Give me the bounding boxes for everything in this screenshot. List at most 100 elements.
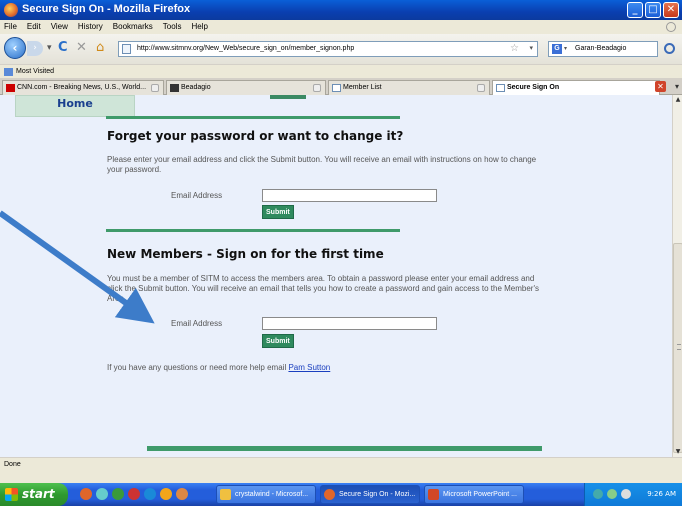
- taskbar-item-crystalwind[interactable]: crystalwind - Microsof...: [216, 485, 316, 504]
- pam-sutton-email-link[interactable]: Pam Sutton: [288, 363, 330, 372]
- page-favicon-icon: [332, 84, 341, 92]
- start-button[interactable]: start: [0, 483, 68, 506]
- menu-help[interactable]: Help: [191, 20, 207, 34]
- taskbar-item-secure-sign-on[interactable]: Secure Sign On - Mozi...: [320, 485, 420, 504]
- home-icon[interactable]: ⌂: [96, 41, 104, 55]
- search-icon[interactable]: [664, 43, 675, 54]
- taskbar-clock[interactable]: 9:26 AM: [647, 483, 676, 506]
- help-text: If you have any questions or need more h…: [107, 363, 330, 372]
- close-tab-button[interactable]: ✕: [655, 81, 666, 92]
- forgot-password-heading: Forget your password or want to change i…: [107, 129, 404, 143]
- search-engine-icon[interactable]: G: [552, 44, 562, 54]
- new-members-email-label: Email Address: [171, 319, 223, 328]
- tab-list-icon[interactable]: ▾: [675, 82, 679, 91]
- footer-bar: [147, 446, 542, 451]
- back-button[interactable]: ‹: [4, 37, 26, 59]
- home-nav-link[interactable]: Home: [15, 95, 135, 117]
- navigation-toolbar: ‹ › ▾ C ✕ ⌂ http://www.sitmnv.org/New_We…: [0, 34, 682, 64]
- scrollbar-thumb[interactable]: [673, 243, 682, 453]
- forgot-password-text: Please enter your email address and clic…: [107, 155, 537, 174]
- history-dropdown-icon[interactable]: ▾: [47, 41, 52, 55]
- menu-view[interactable]: View: [51, 20, 68, 34]
- home-link-label: Home: [57, 97, 93, 110]
- menu-tools[interactable]: Tools: [163, 20, 182, 34]
- page-favicon-icon: [496, 84, 505, 92]
- quick-launch: [80, 488, 188, 500]
- system-tray: 9:26 AM: [584, 483, 682, 506]
- scroll-down-icon[interactable]: ▼: [673, 447, 682, 457]
- scroll-up-icon[interactable]: ▲: [673, 95, 682, 105]
- volume-icon[interactable]: [621, 489, 631, 499]
- beadagio-favicon-icon: [170, 84, 179, 92]
- status-text: Done: [4, 461, 21, 468]
- help-text-label: If you have any questions or need more h…: [107, 363, 289, 372]
- tab-label: CNN.com - Breaking News, U.S., World...: [17, 84, 147, 91]
- submit-button-partial[interactable]: [270, 95, 306, 99]
- windows-logo-icon: [5, 488, 18, 501]
- menu-file[interactable]: File: [4, 20, 17, 34]
- throbber-icon: [666, 22, 676, 32]
- window-title: Secure Sign On - Mozilla Firefox: [22, 3, 191, 15]
- windows-taskbar: start crystalwind - Microsof... Secure S…: [0, 483, 682, 506]
- stop-icon[interactable]: ✕: [76, 41, 87, 55]
- app-quicklaunch-icon[interactable]: [96, 488, 108, 500]
- powerpoint-icon: [428, 489, 439, 500]
- tab-label: Secure Sign On: [507, 84, 560, 91]
- forward-button[interactable]: ›: [27, 41, 43, 56]
- forgot-submit-button[interactable]: Submit: [262, 205, 294, 219]
- search-engine-dropdown-icon[interactable]: ▾: [564, 42, 567, 56]
- tab-bar: CNN.com - Breaking News, U.S., World... …: [0, 78, 682, 96]
- bookmarks-toolbar: Most Visited: [0, 64, 682, 78]
- tab-secure-sign-on[interactable]: Secure Sign On: [492, 80, 660, 96]
- new-members-text: You must be a member of SITM to access t…: [107, 274, 539, 303]
- app-quicklaunch-icon[interactable]: [160, 488, 172, 500]
- tray-app-icon[interactable]: [593, 489, 603, 499]
- forgot-email-label: Email Address: [171, 191, 223, 200]
- page-content: Home Forget your password or want to cha…: [0, 95, 672, 457]
- firefox-quicklaunch-icon[interactable]: [80, 488, 92, 500]
- tab-cnn[interactable]: CNN.com - Breaking News, U.S., World...: [2, 80, 164, 95]
- new-members-email-input[interactable]: [262, 317, 437, 330]
- tab-close-icon[interactable]: [313, 84, 321, 92]
- url-text: http://www.sitmnv.org/New_Web/secure_sig…: [137, 45, 355, 52]
- reload-icon[interactable]: C: [58, 41, 68, 55]
- section-divider: [106, 116, 400, 119]
- url-dropdown-icon[interactable]: ▾: [529, 42, 533, 56]
- menu-edit[interactable]: Edit: [27, 20, 41, 34]
- tab-close-icon[interactable]: [151, 84, 159, 92]
- taskbar-item-powerpoint[interactable]: Microsoft PowerPoint ...: [424, 485, 524, 504]
- menu-bookmarks[interactable]: Bookmarks: [113, 20, 153, 34]
- tray-app-icon[interactable]: [607, 489, 617, 499]
- tab-label: Beadagio: [181, 84, 211, 91]
- new-members-submit-button[interactable]: Submit: [262, 334, 294, 348]
- minimize-button[interactable]: _: [627, 2, 643, 18]
- status-bar: Done: [0, 457, 682, 483]
- task-label: Secure Sign On - Mozi...: [339, 491, 416, 498]
- start-label: start: [22, 487, 55, 501]
- forgot-email-input[interactable]: [262, 189, 437, 202]
- bookmark-folder-icon: [4, 68, 13, 76]
- menu-history[interactable]: History: [78, 20, 103, 34]
- tab-close-icon[interactable]: [477, 84, 485, 92]
- app-quicklaunch-icon[interactable]: [112, 488, 124, 500]
- tab-beadagio[interactable]: Beadagio: [166, 80, 326, 95]
- page-icon: [122, 44, 131, 54]
- app-quicklaunch-icon[interactable]: [144, 488, 156, 500]
- folder-icon: [220, 489, 231, 500]
- section-divider: [106, 229, 400, 232]
- menu-bar: File Edit View History Bookmarks Tools H…: [0, 20, 682, 34]
- bookmark-most-visited[interactable]: Most Visited: [16, 68, 54, 75]
- search-box[interactable]: G ▾ Garan-Beadagio: [548, 41, 658, 57]
- vertical-scrollbar[interactable]: ▲ ▼: [672, 95, 682, 457]
- cnn-favicon-icon: [6, 84, 15, 92]
- tab-member-list[interactable]: Member List: [328, 80, 490, 95]
- close-window-button[interactable]: ✕: [663, 2, 679, 18]
- maximize-button[interactable]: □: [645, 2, 661, 18]
- search-engine-label: Garan-Beadagio: [575, 45, 627, 52]
- url-bar[interactable]: http://www.sitmnv.org/New_Web/secure_sig…: [118, 41, 538, 57]
- app-quicklaunch-icon[interactable]: [128, 488, 140, 500]
- window-title-bar[interactable]: Secure Sign On - Mozilla Firefox _ □ ✕: [0, 0, 682, 20]
- app-quicklaunch-icon[interactable]: [176, 488, 188, 500]
- bookmark-star-icon[interactable]: ☆: [510, 42, 519, 56]
- firefox-icon: [4, 3, 18, 17]
